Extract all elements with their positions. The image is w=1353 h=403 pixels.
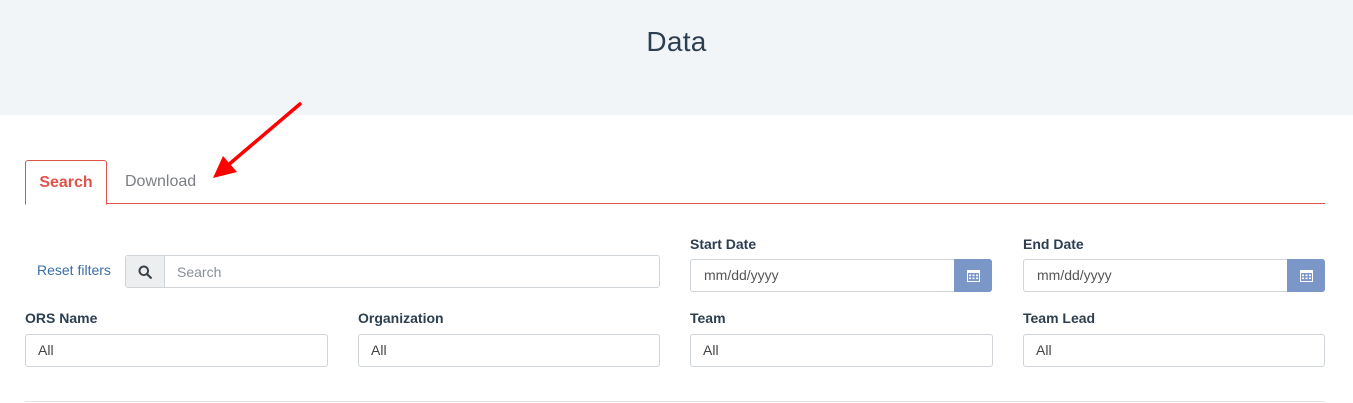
team-lead-label: Team Lead	[1023, 310, 1096, 326]
start-date-input[interactable]: mm/dd/yyyy	[690, 259, 992, 292]
search-button[interactable]	[126, 256, 165, 287]
section-divider	[25, 401, 1325, 402]
page-header: Data	[0, 0, 1353, 115]
ors-name-label: ORS Name	[25, 310, 98, 326]
end-date-value: mm/dd/yyyy	[1037, 267, 1112, 283]
end-date-calendar-button[interactable]	[1287, 259, 1325, 292]
page-title: Data	[646, 26, 707, 57]
team-lead-select[interactable]: All	[1023, 334, 1325, 367]
organization-select[interactable]: All	[358, 334, 660, 367]
team-label: Team	[690, 310, 726, 326]
start-date-label: Start Date	[690, 236, 757, 252]
ors-name-select[interactable]: All	[25, 334, 328, 367]
tab-download[interactable]: Download	[125, 160, 196, 204]
organization-label: Organization	[358, 310, 444, 326]
calendar-icon	[966, 270, 980, 282]
team-select[interactable]: All	[690, 334, 993, 367]
search-field	[125, 255, 660, 288]
start-date-calendar-button[interactable]	[954, 259, 992, 292]
tab-search[interactable]: Search	[25, 160, 107, 205]
search-input[interactable]	[166, 256, 659, 287]
reset-filters-link[interactable]: Reset filters	[37, 262, 111, 278]
annotation-arrow	[213, 102, 302, 178]
start-date-value: mm/dd/yyyy	[704, 267, 779, 283]
calendar-icon	[1299, 270, 1313, 282]
search-icon	[138, 265, 152, 279]
end-date-label: End Date	[1023, 236, 1084, 252]
end-date-input[interactable]: mm/dd/yyyy	[1023, 259, 1325, 292]
